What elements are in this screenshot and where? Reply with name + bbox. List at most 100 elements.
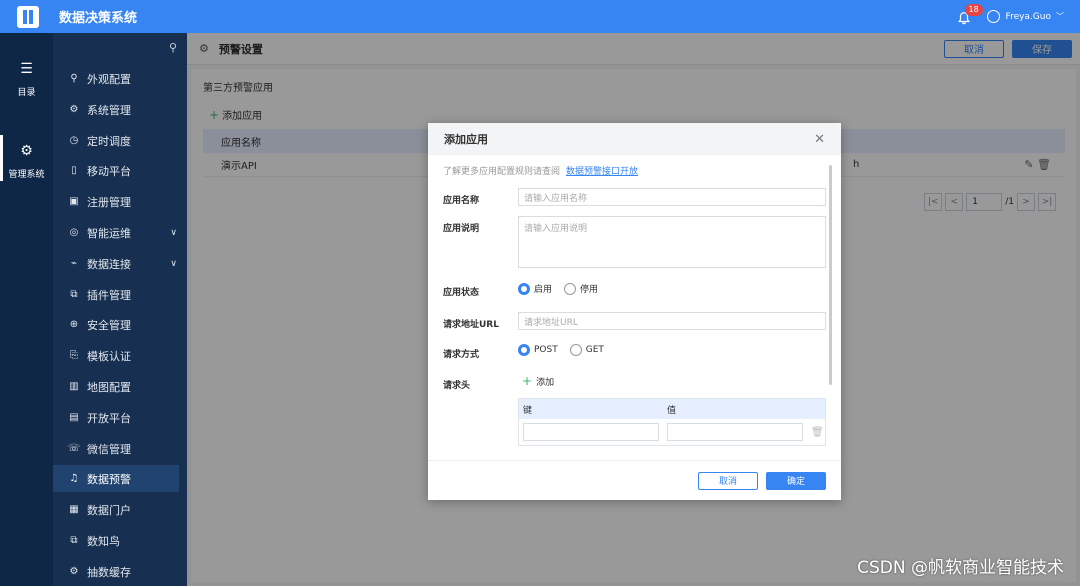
sidebar-item-label: 数据连接 [87, 257, 131, 271]
sidebar-item-system[interactable]: ⚙ 系统管理 [53, 96, 179, 123]
notification-button[interactable]: 18 [957, 3, 983, 26]
header-key-input[interactable] [523, 423, 659, 441]
sidebar-item-registration[interactable]: ▣ 注册管理 [53, 188, 179, 215]
sidebar-item-map[interactable]: ▥ 地图配置 [53, 373, 179, 400]
sidebar-item-extract-cache[interactable]: ⚙ 抽数缓存 [53, 558, 179, 585]
registration-icon: ▣ [69, 196, 79, 207]
key-column-header: 键 [523, 405, 533, 416]
sidebar-item-data-portal[interactable]: ▦ 数据门户 [53, 496, 179, 523]
app-status-radio-group: 启用 停用 [518, 282, 610, 295]
sidebar-item-appearance[interactable]: ⚲ 外观配置 [53, 65, 179, 92]
sidebar-item-ops[interactable]: ◎ 智能运维 ∨ [53, 219, 179, 246]
user-name: Freya.Guo [1005, 11, 1051, 22]
sidebar-item-plugins[interactable]: ⧉ 插件管理 [53, 281, 179, 308]
sidebar-item-label: 插件管理 [87, 288, 131, 302]
platform-icon: ▤ [69, 412, 79, 423]
link-icon: ⌁ [70, 258, 78, 269]
value-column-header: 值 [667, 405, 677, 416]
api-doc-link[interactable]: 数据预警接口开放 [566, 167, 638, 177]
method-get-label: GET [585, 345, 604, 355]
sidebar-item-label: 移动平台 [87, 164, 131, 178]
hint-text: 了解更多应用配置规则请查阅 数据预警接口开放 [443, 164, 638, 177]
sidebar-item-label: 抽数缓存 [87, 565, 131, 579]
wechat-icon: ☏ [67, 443, 81, 454]
top-bar: 数据决策系统 18 Freya.Guo ﹀ [0, 0, 1080, 33]
kv-table-header: 键 值 [519, 399, 825, 419]
sidebar-item-label: 数知鸟 [87, 534, 120, 548]
bird-icon: ⧉ [70, 535, 78, 546]
sidebar-item-data-connection[interactable]: ⌁ 数据连接 ∨ [53, 250, 179, 277]
rail-item-management[interactable]: ⚙ 管理系统 [0, 135, 53, 181]
palette-icon: ⚲ [70, 73, 78, 84]
request-header-label: 请求头 [443, 381, 471, 391]
settings-icon: ⚙ [69, 104, 79, 115]
method-get-radio[interactable] [569, 344, 582, 356]
add-app-dialog: 添加应用 ✕ 了解更多应用配置规则请查阅 数据预警接口开放 应用名称 请输入应用名… [428, 123, 841, 500]
portal-icon: ▦ [69, 504, 79, 515]
sidebar-item-label: 安全管理 [87, 318, 131, 332]
sidebar-item-label: 开放平台 [87, 411, 131, 425]
app-title: 数据决策系统 [59, 11, 138, 26]
rail-item-directory[interactable]: ☰ 目录 [0, 61, 53, 98]
close-icon[interactable]: ✕ [814, 132, 825, 147]
alert-icon: ♫ [69, 473, 79, 484]
sidebar-item-schedule[interactable]: ◷ 定时调度 [53, 127, 179, 154]
sidebar-item-label: 数据预警 [87, 472, 131, 486]
template-icon: ⎘ [70, 350, 78, 361]
app-logo [17, 5, 39, 28]
dialog-body: 了解更多应用配置规则请查阅 数据预警接口开放 应用名称 请输入应用名称 应用说明 … [428, 155, 841, 460]
header-kv-table: 键 值 🗑 [518, 398, 826, 446]
url-input[interactable]: 请求地址URL [518, 312, 826, 330]
plus-icon: + [522, 374, 533, 388]
method-post-radio[interactable] [518, 344, 530, 356]
icon-rail: ☰ 目录 ⚙ 管理系统 [0, 33, 53, 586]
sidebar-item-wechat[interactable]: ☏ 微信管理 [53, 435, 179, 462]
sidebar-item-label: 外观配置 [87, 72, 131, 86]
user-menu[interactable]: Freya.Guo ﹀ [986, 10, 1064, 23]
add-header-label: 添加 [536, 378, 555, 388]
status-enabled-radio[interactable] [518, 282, 530, 295]
resize-handle[interactable]: ⁞ [187, 300, 190, 309]
app-name-label: 应用名称 [443, 196, 480, 206]
dialog-cancel-button[interactable]: 取消 [698, 471, 758, 490]
plugin-icon: ⧉ [70, 289, 78, 300]
sidebar-item-template-auth[interactable]: ⎘ 模板认证 [53, 342, 179, 369]
app-name-input[interactable]: 请输入应用名称 [518, 188, 826, 206]
chevron-down-icon: ∨ [170, 227, 177, 238]
method-post-label: POST [534, 345, 558, 355]
dialog-scrollbar[interactable] [829, 165, 832, 385]
chevron-down-icon: ﹀ [1056, 12, 1064, 21]
sidebar-item-label: 地图配置 [87, 380, 131, 394]
sidebar-item-label: 系统管理 [87, 103, 131, 117]
sidebar-item-label: 模板认证 [87, 349, 131, 363]
dialog-confirm-button[interactable]: 确定 [766, 471, 826, 490]
dialog-title: 添加应用 [444, 133, 488, 146]
sidebar-nav: ⚲ ⚲ 外观配置 ⚙ 系统管理 ◷ 定时调度 ▯ 移动平台 ▣ 注册管理 ◎ 智能运维 ∨ ⌁… [53, 33, 187, 586]
rail-item-label: 管理系统 [8, 170, 45, 180]
sidebar-item-security[interactable]: ⊕ 安全管理 [53, 311, 179, 338]
status-disabled-radio[interactable] [564, 282, 577, 295]
method-radio-group: POST GET [518, 344, 616, 356]
add-header-button[interactable]: + 添加 [522, 374, 554, 388]
status-disabled-label: 停用 [580, 285, 599, 295]
top-right-area: 18 Freya.Guo ﹀ [957, 3, 1064, 26]
user-icon [986, 10, 1000, 23]
dialog-footer: 取消 确定 [428, 460, 841, 500]
sidebar-item-open-platform[interactable]: ▤ 开放平台 [53, 404, 179, 431]
trash-icon[interactable]: 🗑 [811, 427, 824, 438]
list-icon: ☰ [20, 61, 33, 77]
sidebar-item-mobile[interactable]: ▯ 移动平台 [53, 157, 179, 184]
phone-icon: ▯ [71, 165, 77, 176]
app-desc-textarea[interactable]: 请输入应用说明 [518, 216, 826, 268]
sidebar-item-data-alert[interactable]: ♫ 数据预警 [53, 465, 179, 492]
sidebar-item-shuzhiniao[interactable]: ⧉ 数知鸟 [53, 527, 179, 554]
sidebar-item-label: 注册管理 [87, 195, 131, 209]
pin-icon[interactable]: ⚲ [169, 41, 177, 54]
map-icon: ▥ [69, 381, 79, 392]
gear-icon: ⚙ [20, 143, 33, 159]
app-desc-label: 应用说明 [443, 224, 480, 234]
hint-label: 了解更多应用配置规则请查阅 [443, 167, 561, 177]
header-value-input[interactable] [667, 423, 803, 441]
ops-icon: ◎ [69, 227, 79, 238]
app-status-label: 应用状态 [443, 288, 480, 298]
